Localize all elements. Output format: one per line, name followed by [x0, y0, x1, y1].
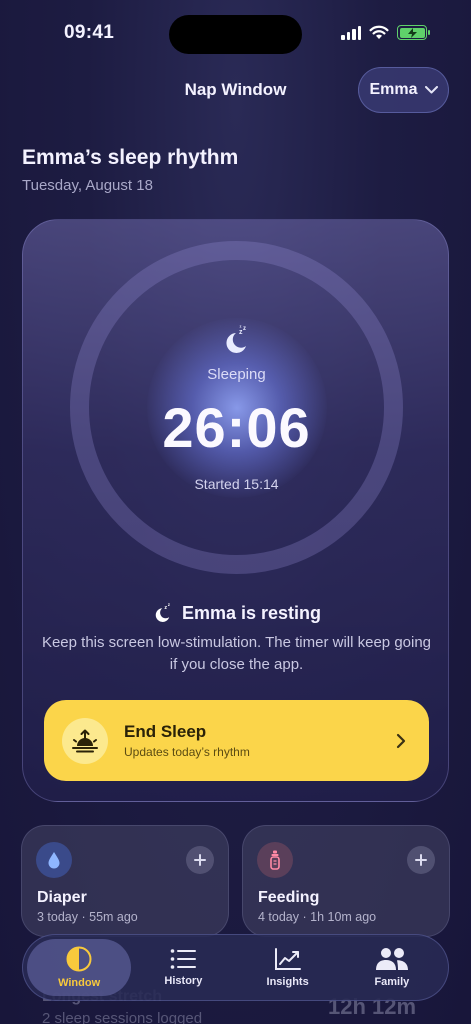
half-circle-icon	[66, 946, 92, 972]
svg-text:z: z	[240, 324, 242, 329]
sleep-status-label: Sleeping	[207, 366, 266, 383]
end-sleep-subtitle: Updates today’s rhythm	[124, 745, 250, 759]
tab-window-label: Window	[58, 977, 101, 989]
end-sleep-button[interactable]: End Sleep Updates today’s rhythm	[44, 700, 429, 781]
svg-text:z: z	[164, 605, 167, 611]
svg-text:z: z	[168, 602, 170, 607]
add-diaper-button[interactable]	[186, 846, 214, 874]
water-drop-icon	[36, 842, 72, 878]
moon-sleep-icon: z z	[155, 602, 170, 622]
profile-name: Emma	[369, 81, 418, 98]
feeding-card[interactable]: Feeding 4 today · 1h 10m ago	[242, 825, 450, 937]
resting-text: Emma is resting	[181, 602, 322, 623]
plus-icon	[415, 854, 427, 866]
tab-history[interactable]: History	[131, 939, 235, 996]
feeding-title: Feeding	[258, 889, 320, 906]
feeding-subtitle: 4 today · 1h 10m ago	[258, 910, 377, 924]
list-icon	[171, 949, 197, 969]
people-icon	[375, 948, 408, 970]
add-feeding-button[interactable]	[407, 846, 435, 874]
cellular-signal-icon	[341, 25, 361, 40]
diaper-title: Diaper	[37, 889, 87, 906]
status-bar: 09:41	[0, 0, 471, 60]
sunrise-icon	[62, 717, 108, 764]
bottle-icon	[257, 842, 293, 878]
status-icons	[341, 25, 430, 40]
tab-insights-label: Insights	[266, 976, 309, 988]
diaper-subtitle: 3 today · 55m ago	[37, 910, 138, 924]
summary-peek-subtitle: 2 sleep sessions logged	[42, 1010, 203, 1024]
battery-icon	[397, 25, 430, 40]
sleep-timer: 26:06	[162, 396, 311, 459]
charging-bolt-icon	[407, 27, 417, 38]
tab-family-label: Family	[374, 976, 410, 988]
page-date: Tuesday, August 18	[22, 177, 153, 194]
chart-line-icon	[274, 948, 301, 970]
sleep-start-time: Started 15:14	[194, 476, 279, 492]
page-title: Emma’s sleep rhythm	[22, 146, 239, 169]
tab-window[interactable]: Window	[27, 939, 132, 996]
plus-icon	[194, 854, 206, 866]
end-sleep-title: End Sleep	[124, 722, 207, 741]
low-stimulation-note: Keep this screen low-stimulation. The ti…	[41, 634, 432, 673]
dynamic-island	[169, 15, 302, 54]
tab-family[interactable]: Family	[340, 939, 444, 996]
status-time: 09:41	[64, 22, 115, 43]
tab-bar: Window History Insights Family	[22, 934, 449, 1001]
resting-heading: z z Emma is resting	[23, 602, 450, 624]
tab-history-label: History	[164, 975, 203, 987]
sleep-timer-card: z z z Sleeping 26:06 Started 15:14 z z E…	[22, 219, 449, 802]
wifi-icon	[369, 25, 389, 39]
moon-sleep-icon: z z z	[226, 324, 246, 353]
profile-switcher-button[interactable]: Emma	[358, 67, 449, 113]
chevron-right-icon	[396, 733, 406, 748]
tab-insights[interactable]: Insights	[236, 939, 340, 996]
diaper-card[interactable]: Diaper 3 today · 55m ago	[21, 825, 229, 937]
chevron-down-icon	[424, 86, 438, 94]
svg-text:z: z	[243, 326, 246, 332]
